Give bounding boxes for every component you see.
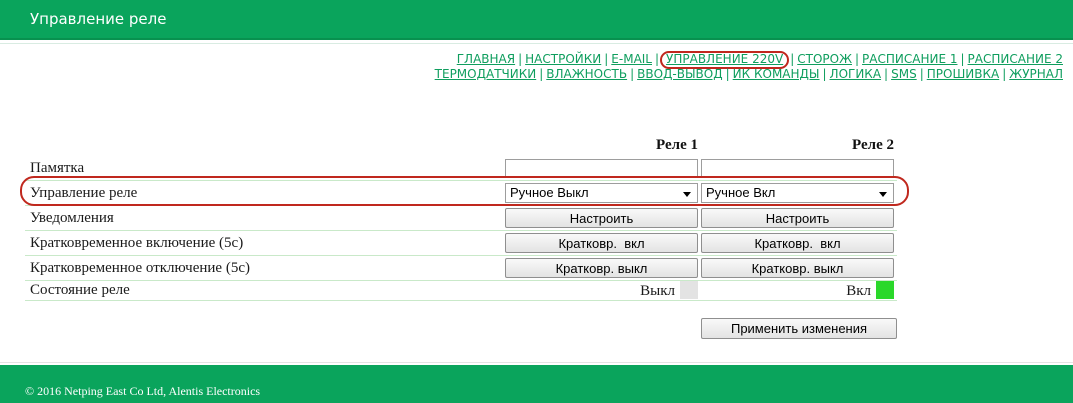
relay2-configure-button[interactable]: Настроить [701, 208, 894, 228]
nav-link-settings[interactable]: НАСТРОЙКИ [525, 52, 601, 66]
nav-link-control-220v[interactable]: УПРАВЛЕНИЕ 220V [666, 52, 783, 66]
nav-separator: | [855, 52, 859, 66]
nav-separator: | [539, 67, 543, 81]
nav-separator: | [961, 52, 965, 66]
relay2-short-off-button[interactable]: Кратковр. выкл [701, 258, 894, 278]
table-row-short-on: Кратковременное включение (5с) Кратковр.… [25, 231, 897, 256]
nav-separator: | [630, 67, 634, 81]
main-nav: ГЛАВНАЯ|НАСТРОЙКИ|E-MAIL|УПРАВЛЕНИЕ 220V… [435, 52, 1063, 82]
nav-row-2: ТЕРМОДАТЧИКИ|ВЛАЖНОСТЬ|ВВОД-ВЫВОД|ИК КОМ… [435, 67, 1063, 82]
relay2-mode-select[interactable]: Ручное Вкл [701, 183, 894, 203]
notifications-row-label: Уведомления [25, 206, 505, 231]
table-row-state: Состояние реле Выкл Вкл [25, 281, 897, 301]
nav-separator: | [823, 67, 827, 81]
nav-link-ir-commands[interactable]: ИК КОМАНДЫ [733, 67, 820, 81]
nav-link-logic[interactable]: ЛОГИКА [830, 67, 882, 81]
relay1-column-header: Реле 1 [505, 137, 701, 156]
apply-row: Применить изменения [25, 318, 897, 339]
relay-table: Реле 1 Реле 2 Памятка Управление реле Ру… [25, 137, 897, 301]
chevron-down-icon [683, 192, 691, 197]
copyright-text: © 2016 Netping East Co Ltd, Alentis Elec… [25, 384, 260, 399]
relay1-state-text: Выкл [640, 283, 675, 299]
table-row-relay-control: Управление реле Ручное Выкл Ручное Вкл [25, 181, 897, 206]
nav-link-log[interactable]: ЖУРНАЛ [1009, 67, 1063, 81]
nav-link-email[interactable]: E-MAIL [611, 52, 652, 66]
footer-divider [0, 362, 1073, 363]
relay2-state-indicator [876, 281, 894, 299]
table-row-short-off: Кратковременное отключение (5с) Кратковр… [25, 256, 897, 281]
memo-row-label: Памятка [25, 156, 505, 181]
nav-link-home[interactable]: ГЛАВНАЯ [457, 52, 515, 66]
relay-control-panel: Реле 1 Реле 2 Памятка Управление реле Ру… [25, 137, 897, 339]
nav-link-schedule-2[interactable]: РАСПИСАНИЕ 2 [968, 52, 1063, 66]
relay1-configure-button[interactable]: Настроить [505, 208, 698, 228]
relay1-short-off-button[interactable]: Кратковр. выкл [505, 258, 698, 278]
relay2-column-header: Реле 2 [701, 137, 897, 156]
header-divider [0, 43, 1073, 44]
footer-bar: © 2016 Netping East Co Ltd, Alentis Elec… [0, 365, 1073, 403]
relay1-mode-selected-value: Ручное Выкл [510, 185, 589, 200]
nav-separator: | [1002, 67, 1006, 81]
nav-separator: | [655, 52, 659, 66]
nav-separator: | [884, 67, 888, 81]
top-header-bar: Управление реле [0, 0, 1073, 40]
nav-separator: | [920, 67, 924, 81]
page-title: Управление реле [30, 0, 166, 38]
nav-separator: | [726, 67, 730, 81]
relay-control-row-label: Управление реле [25, 181, 505, 206]
apply-changes-button[interactable]: Применить изменения [701, 318, 897, 339]
nav-link-schedule-1[interactable]: РАСПИСАНИЕ 1 [862, 52, 957, 66]
short-off-row-label: Кратковременное отключение (5с) [25, 256, 505, 281]
nav-separator: | [790, 52, 794, 66]
nav-link-firmware[interactable]: ПРОШИВКА [927, 67, 999, 81]
table-row-notifications: Уведомления Настроить Настроить [25, 206, 897, 231]
chevron-down-icon [879, 192, 887, 197]
relay1-mode-select[interactable]: Ручное Выкл [505, 183, 698, 203]
table-row-memo: Памятка [25, 156, 897, 181]
nav-link-io[interactable]: ВВОД-ВЫВОД [637, 67, 723, 81]
short-on-row-label: Кратковременное включение (5с) [25, 231, 505, 256]
relay1-short-on-button[interactable]: Кратковр. вкл [505, 233, 698, 253]
relay1-state-indicator [680, 281, 698, 299]
relay2-memo-input[interactable] [701, 159, 894, 178]
nav-separator: | [604, 52, 608, 66]
nav-link-humidity[interactable]: ВЛАЖНОСТЬ [546, 67, 627, 81]
nav-separator: | [518, 52, 522, 66]
relay2-state-text: Вкл [846, 283, 871, 299]
nav-link-sms[interactable]: SMS [891, 67, 917, 81]
nav-row-1: ГЛАВНАЯ|НАСТРОЙКИ|E-MAIL|УПРАВЛЕНИЕ 220V… [435, 52, 1063, 67]
table-header-row: Реле 1 Реле 2 [25, 137, 897, 156]
empty-header-cell [25, 137, 505, 156]
state-row-label: Состояние реле [25, 281, 505, 301]
relay2-short-on-button[interactable]: Кратковр. вкл [701, 233, 894, 253]
relay1-memo-input[interactable] [505, 159, 698, 178]
nav-link-thermo-sensors[interactable]: ТЕРМОДАТЧИКИ [435, 67, 537, 81]
relay2-mode-selected-value: Ручное Вкл [706, 185, 775, 200]
nav-link-watchdog[interactable]: СТОРОЖ [797, 52, 852, 66]
